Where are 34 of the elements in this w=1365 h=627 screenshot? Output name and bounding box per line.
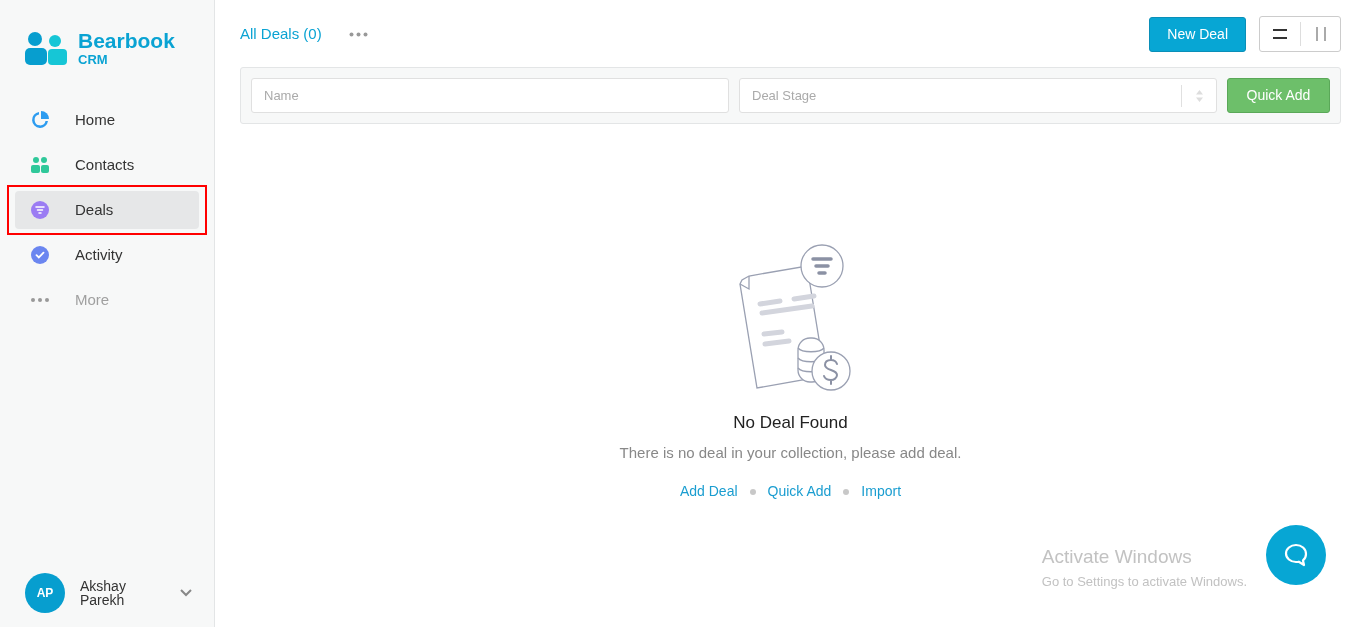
user-avatar[interactable]: AP <box>25 573 65 613</box>
nav-item[interactable]: Activity <box>15 236 199 274</box>
more-icon[interactable] <box>348 31 368 37</box>
filter-icon <box>30 200 50 220</box>
deal-stage-placeholder: Deal Stage <box>752 86 817 105</box>
nav-item[interactable]: Home <box>15 101 199 139</box>
brand-subtitle: CRM <box>78 53 109 66</box>
sort-arrows-icon <box>1195 89 1203 102</box>
chat-bubble-icon <box>1284 543 1308 567</box>
dots-icon <box>30 297 50 303</box>
empty-state-link[interactable]: Add Deal <box>679 481 738 502</box>
quick-add-button[interactable]: Quick Add <box>1227 78 1330 113</box>
nav-item[interactable]: Deals <box>15 191 199 229</box>
empty-state-link[interactable]: Quick Add <box>767 481 832 502</box>
deal-stage-select[interactable]: Deal Stage <box>739 78 1217 113</box>
empty-state-link[interactable]: Import <box>861 481 902 502</box>
chat-button[interactable] <box>1266 525 1326 585</box>
columns-icon <box>1315 27 1326 41</box>
rows-icon <box>1273 29 1287 39</box>
chevron-down-icon[interactable] <box>180 589 192 597</box>
check-circle-icon <box>30 245 50 265</box>
logo-icon <box>25 31 68 65</box>
activation-message: Go to Settings to activate Windows. <box>1041 572 1247 591</box>
empty-state-title: No Deal Found <box>733 412 848 434</box>
people-icon <box>30 155 50 175</box>
brand-name: Bearbook <box>78 30 175 51</box>
nav-item[interactable]: Contacts <box>15 146 199 184</box>
new-deal-button[interactable]: New Deal <box>1149 16 1246 52</box>
name-field[interactable]: Name <box>251 78 729 113</box>
empty-state-message: There is no deal in your collection, please add deal. <box>619 442 962 463</box>
activation-title: Activate Windows <box>1041 545 1193 569</box>
deals-view-title[interactable]: All Deals (0) <box>240 22 322 46</box>
user-name: Akshay Parekh <box>80 579 127 607</box>
pie-chart-icon <box>30 110 50 130</box>
